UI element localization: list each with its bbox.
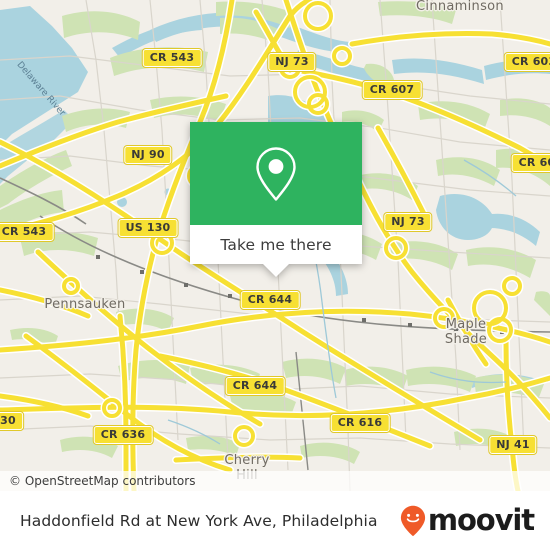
highway-shield[interactable]: CR 644 <box>224 376 286 396</box>
location-title: Haddonfield Rd at New York Ave, Philadel… <box>20 511 378 530</box>
highway-shield[interactable]: CR 543 <box>141 48 203 68</box>
highway-shield[interactable]: NJ 73 <box>267 52 317 72</box>
moovit-wordmark: moovit <box>427 503 535 537</box>
moovit-logo[interactable]: moovit <box>400 503 535 537</box>
popup-header <box>190 122 362 225</box>
location-pin-icon <box>256 146 296 201</box>
highway-shield[interactable]: CR 603 <box>503 52 550 72</box>
highway-shield[interactable]: CR 644 <box>239 290 301 310</box>
highway-shield[interactable]: CR 543 <box>0 222 55 242</box>
highway-shield[interactable]: 30 <box>0 411 24 431</box>
popup-action[interactable]: Take me there <box>190 225 362 277</box>
highway-shield[interactable]: CR 616 <box>329 413 391 433</box>
bottom-bar: Haddonfield Rd at New York Ave, Philadel… <box>0 491 550 550</box>
map-canvas[interactable]: Delaware River Cinnaminson Pennsauken Ma… <box>0 0 550 491</box>
highway-shield[interactable]: NJ 41 <box>488 435 538 455</box>
highway-shield[interactable]: US 130 <box>117 218 179 238</box>
highway-shield[interactable]: CR 636 <box>92 425 154 445</box>
location-popup-card[interactable]: Take me there <box>190 122 362 277</box>
map-attribution[interactable]: © OpenStreetMap contributors <box>0 471 550 491</box>
moovit-smiley-pin-icon <box>400 505 425 536</box>
highway-shield[interactable]: CR 60 <box>510 153 550 173</box>
take-me-there-label: Take me there <box>220 235 332 254</box>
popup-tail <box>263 264 289 277</box>
highway-shield[interactable]: NJ 73 <box>383 212 433 232</box>
highway-shield[interactable]: CR 607 <box>361 80 423 100</box>
highway-shield[interactable]: NJ 90 <box>123 145 173 165</box>
map-screenshot: Delaware River Cinnaminson Pennsauken Ma… <box>0 0 550 550</box>
